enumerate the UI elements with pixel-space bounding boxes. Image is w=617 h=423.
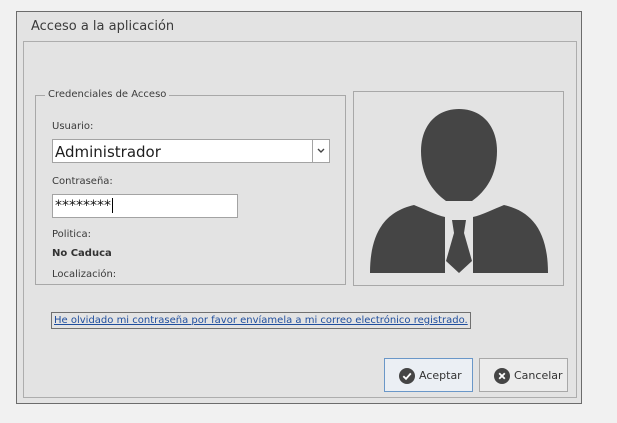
credentials-group: Credenciales de Acceso Usuario: Administ… [35,89,346,285]
user-dropdown-button[interactable] [312,140,329,162]
chevron-down-icon [317,148,325,153]
forgot-password-link[interactable]: He olvidado mi contraseña por favor enví… [51,312,471,329]
cancel-button-label: Cancelar [514,369,563,382]
credentials-group-title: Credenciales de Acceso [45,89,170,100]
x-circle-icon [494,368,510,384]
avatar-panel [353,91,564,286]
policy-value: No Caduca [52,248,112,259]
location-label: Localización: [52,269,117,280]
cancel-button[interactable]: Cancelar [479,358,568,392]
login-dialog: Acceso a la aplicación Credenciales de A… [16,11,582,404]
policy-label: Politica: [52,229,92,240]
user-select-value: Administrador [55,143,161,161]
user-avatar-icon [370,109,548,273]
user-select[interactable]: Administrador [52,139,330,163]
password-value: ******** [55,198,113,214]
password-field[interactable]: ******** [52,194,238,218]
dialog-title: Acceso a la aplicación [31,19,175,34]
user-label: Usuario: [52,121,94,132]
password-label: Contraseña: [52,176,113,187]
text-caret [112,198,113,213]
accept-button-label: Aceptar [419,369,462,382]
accept-button[interactable]: Aceptar [384,358,473,392]
check-circle-icon [399,368,415,384]
